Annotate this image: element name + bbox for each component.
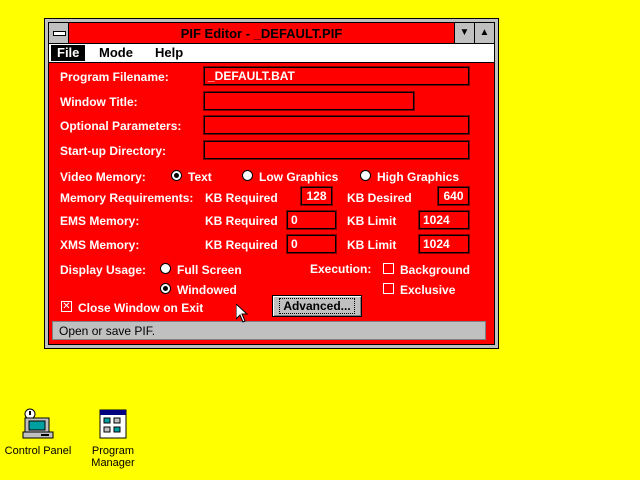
advanced-button-label: Advanced... (279, 298, 355, 314)
window-title-field[interactable] (203, 91, 415, 111)
startup-directory-field[interactable] (203, 140, 470, 160)
execution-label: Execution: (310, 262, 372, 276)
control-panel-label: Control Panel (4, 445, 72, 457)
video-high-graphics-label: High Graphics (377, 170, 460, 184)
menu-help[interactable]: Help (149, 45, 189, 61)
window-title-label: Window Title: (60, 95, 138, 109)
kb-desired-field[interactable]: 640 (437, 186, 470, 206)
video-text-label: Text (188, 170, 212, 184)
windowed-label: Windowed (177, 283, 237, 297)
kb-desired-label: KB Desired (347, 191, 412, 205)
desktop-icon-control-panel[interactable]: Control Panel (3, 408, 73, 457)
background-label: Background (400, 263, 471, 277)
optional-parameters-label: Optional Parameters: (60, 119, 182, 133)
system-menu-icon (53, 31, 66, 36)
status-text: Open or save PIF. (59, 324, 156, 338)
ems-memory-label: EMS Memory: (60, 214, 140, 228)
titlebar[interactable]: PIF Editor - _DEFAULT.PIF ▼ ▲ (49, 23, 494, 44)
window-client: PIF Editor - _DEFAULT.PIF ▼ ▲ File Mode … (48, 22, 495, 345)
pif-editor-window: PIF Editor - _DEFAULT.PIF ▼ ▲ File Mode … (44, 18, 499, 349)
video-high-graphics-radio[interactable] (360, 170, 371, 181)
xms-memory-label: XMS Memory: (60, 238, 140, 252)
exclusive-checkbox[interactable] (383, 283, 394, 294)
maximize-button[interactable]: ▲ (474, 23, 494, 43)
close-on-exit-label: Close Window on Exit (78, 301, 204, 315)
xms-kb-required-field[interactable]: 0 (286, 234, 337, 254)
kb-required-label: KB Required (205, 191, 278, 205)
system-menu-button[interactable] (49, 23, 69, 43)
exclusive-label: Exclusive (400, 283, 456, 297)
ems-kb-limit-field[interactable]: 1024 (418, 210, 470, 230)
background-checkbox[interactable] (383, 263, 394, 274)
ems-kb-limit-label: KB Limit (347, 214, 397, 228)
display-usage-label: Display Usage: (60, 263, 147, 277)
control-panel-icon (22, 408, 54, 439)
advanced-button[interactable]: Advanced... (272, 295, 362, 317)
video-low-graphics-radio[interactable] (242, 170, 253, 181)
program-filename-label: Program Filename: (60, 70, 169, 84)
minimize-button[interactable]: ▼ (454, 23, 474, 43)
menu-mode[interactable]: Mode (93, 45, 139, 61)
ems-kb-required-field[interactable]: 0 (286, 210, 337, 230)
video-low-graphics-label: Low Graphics (259, 170, 339, 184)
memory-requirements-label: Memory Requirements: (60, 191, 194, 205)
ems-kb-required-label: KB Required (205, 214, 278, 228)
program-manager-icon (99, 409, 127, 439)
window-title: PIF Editor - _DEFAULT.PIF (180, 26, 343, 41)
optional-parameters-field[interactable] (203, 115, 470, 135)
program-filename-field[interactable]: _DEFAULT.BAT (203, 66, 470, 86)
status-bar: Open or save PIF. (52, 321, 486, 340)
video-memory-label: Video Memory: (60, 170, 146, 184)
xms-kb-limit-field[interactable]: 1024 (418, 234, 470, 254)
full-screen-radio[interactable] (160, 263, 171, 274)
full-screen-label: Full Screen (177, 263, 242, 277)
windowed-radio[interactable] (160, 283, 171, 294)
startup-directory-label: Start-up Directory: (60, 144, 167, 158)
xms-kb-limit-label: KB Limit (347, 238, 397, 252)
video-text-radio[interactable] (171, 170, 182, 181)
program-manager-label: Program Manager (91, 445, 135, 469)
menubar: File Mode Help (49, 44, 494, 63)
xms-kb-required-label: KB Required (205, 238, 278, 252)
menu-file[interactable]: File (51, 45, 86, 61)
desktop-icon-program-manager[interactable]: Program Manager (78, 408, 148, 469)
kb-required-field[interactable]: 128 (300, 186, 333, 206)
mouse-cursor-icon (236, 304, 248, 323)
close-on-exit-checkbox[interactable]: ✕ (61, 301, 72, 312)
